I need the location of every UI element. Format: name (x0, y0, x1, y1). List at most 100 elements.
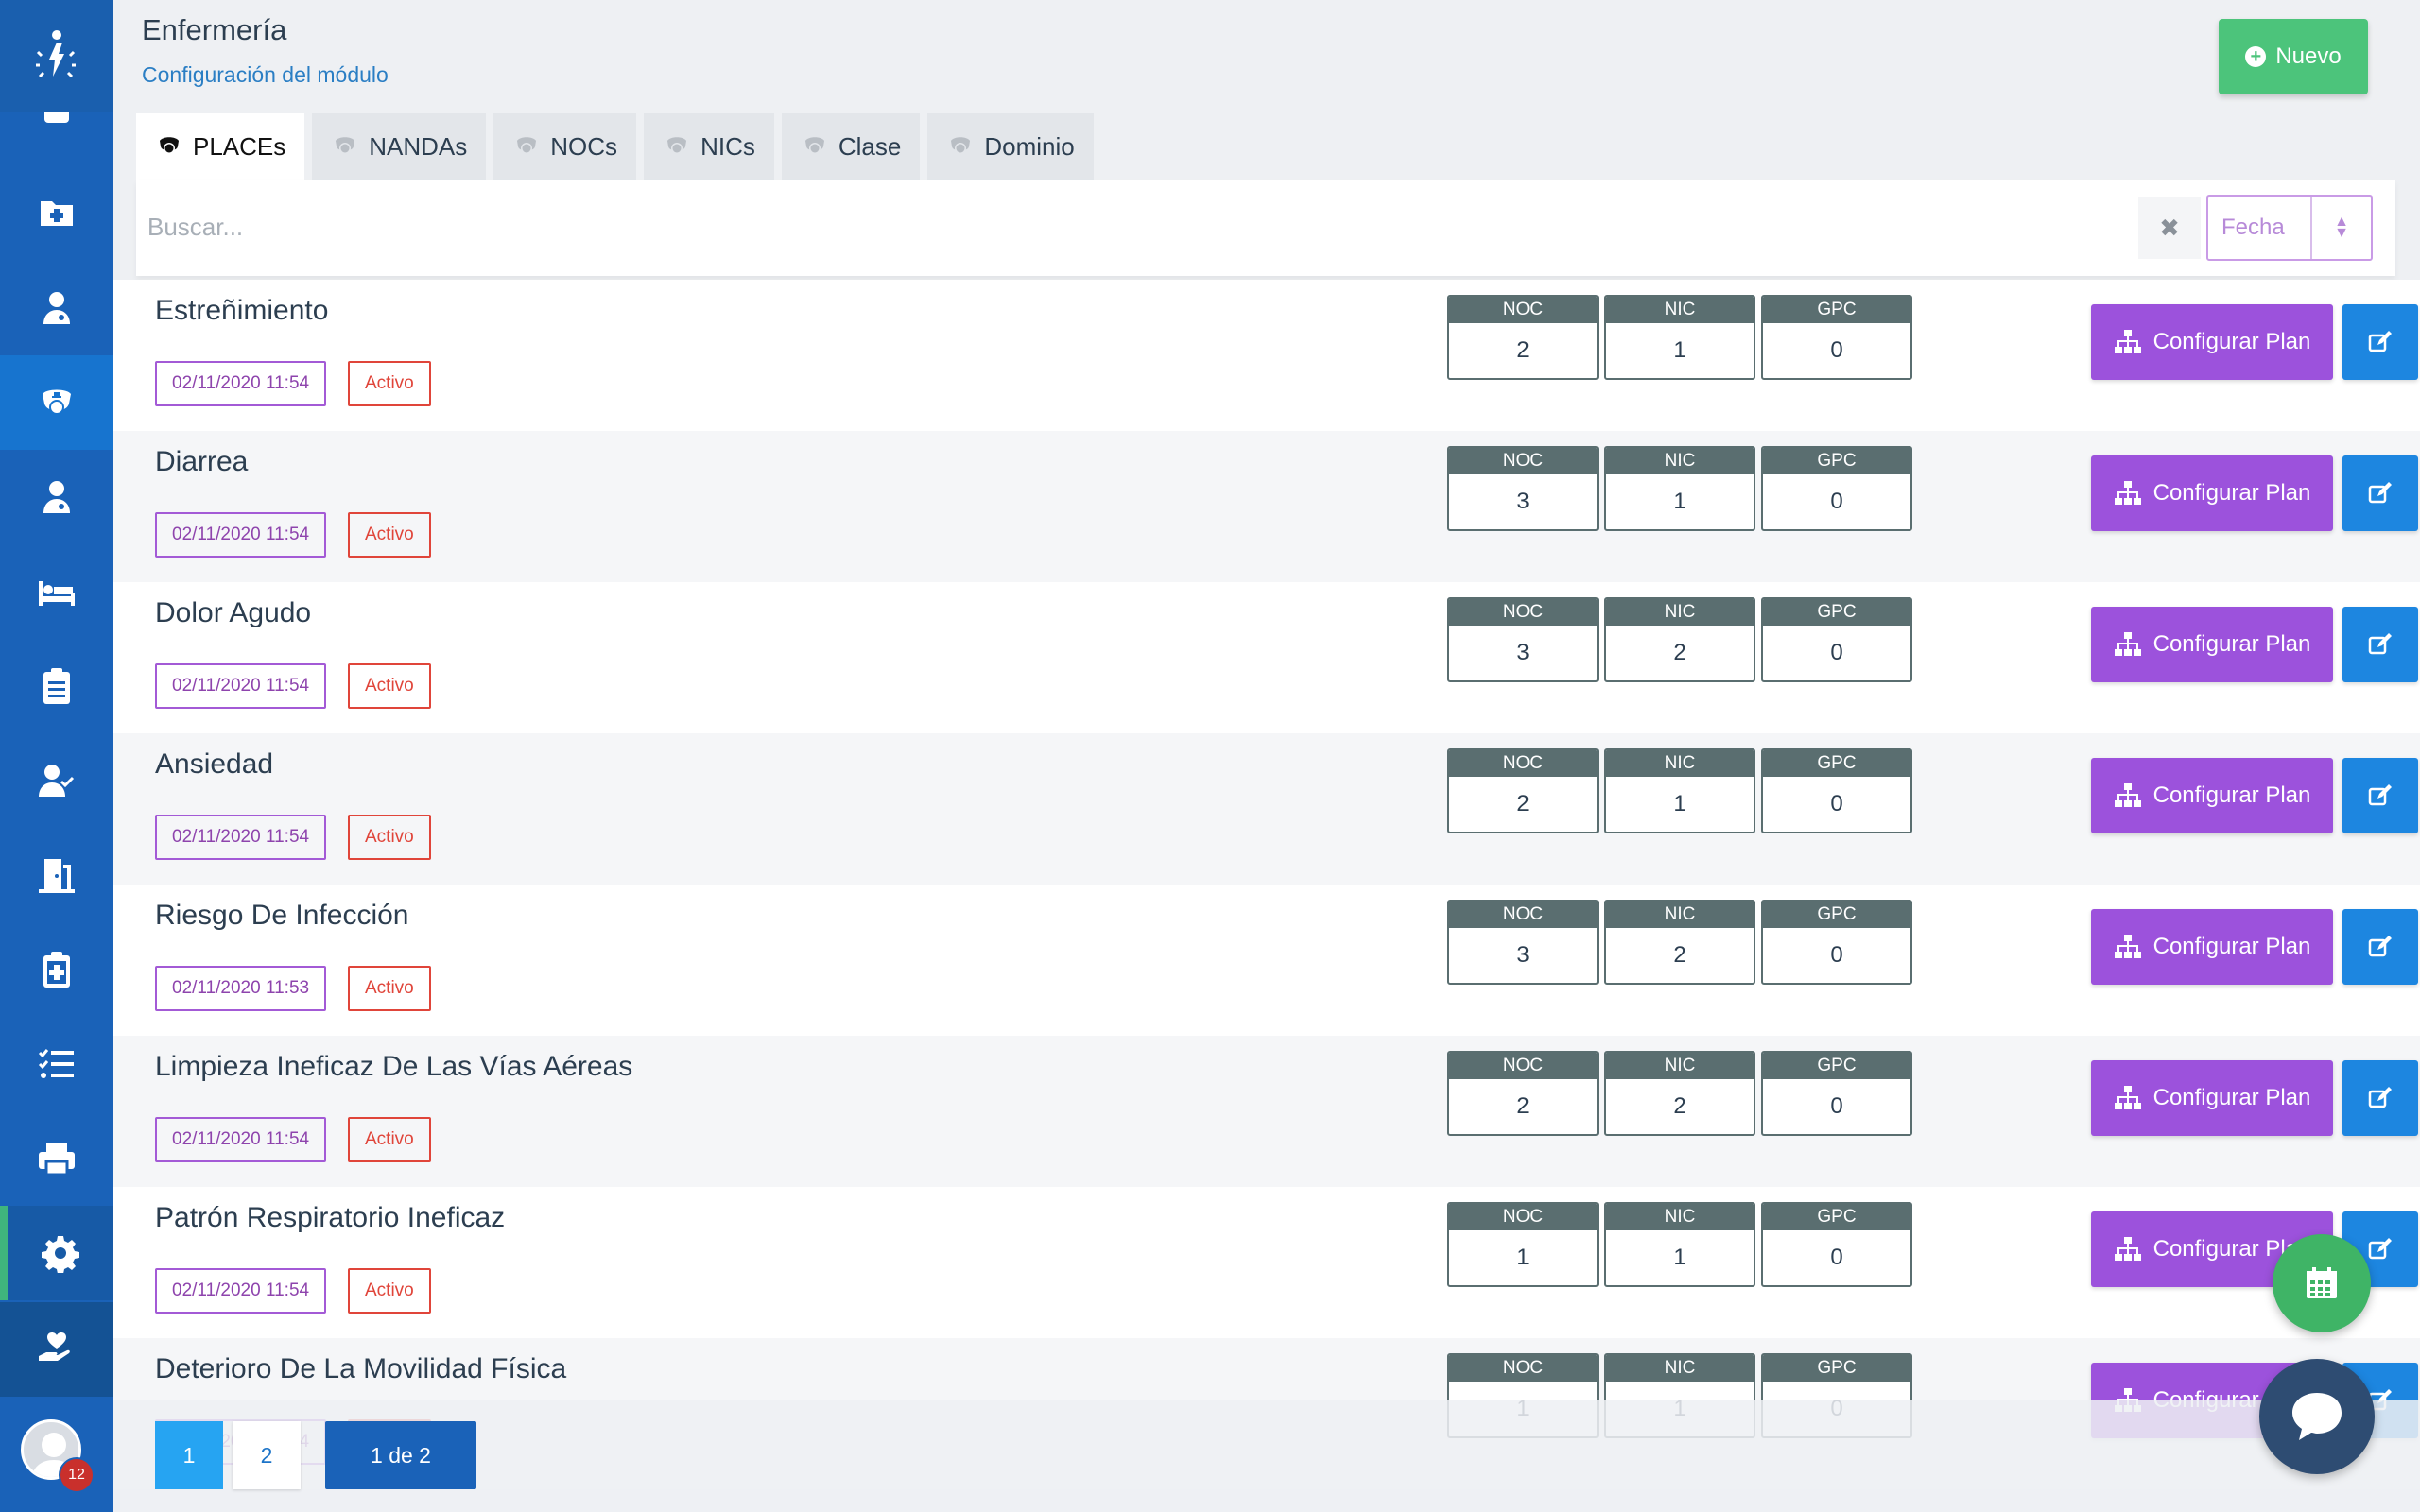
nic-label: NIC (1606, 1053, 1754, 1079)
configure-plan-button[interactable]: Configurar Plan (2091, 1060, 2333, 1136)
edit-icon (2368, 633, 2392, 655)
list-item: Dolor Agudo 02/11/2020 11:54 Activo NOC 3 NIC… (113, 582, 2420, 733)
calendar-fab[interactable] (2273, 1234, 2371, 1332)
list-item: Riesgo De Infección 02/11/2020 11:53 Activ… (113, 885, 2420, 1036)
tab-clase[interactable]: Clase (781, 113, 921, 180)
page-1-button[interactable]: 1 (155, 1421, 223, 1489)
item-name: Diarrea (155, 446, 249, 477)
item-name: Deterioro De La Movilidad Física (155, 1353, 567, 1384)
nic-label: NIC (1606, 750, 1754, 777)
plus-circle-icon: + (2245, 46, 2267, 67)
page-2-button[interactable]: 2 (233, 1421, 301, 1489)
gpc-label: GPC (1763, 1204, 1910, 1230)
nic-value: 1 (1673, 1245, 1686, 1270)
noc-count-box: NOC 3 (1447, 597, 1599, 682)
gpc-count-box: GPC 0 (1761, 295, 1912, 380)
configure-plan-button[interactable]: Configurar Plan (2091, 758, 2333, 833)
edit-button[interactable] (2342, 758, 2418, 833)
nic-count-box: NIC 1 (1604, 748, 1755, 833)
user-check-icon (39, 765, 75, 797)
sidebar-item-beds[interactable] (0, 544, 113, 639)
module-config-link[interactable]: Configuración del módulo (142, 62, 389, 88)
sidebar-item-attendance[interactable] (0, 733, 113, 828)
sidebar-item-discharge[interactable] (0, 828, 113, 922)
nic-count-box: NIC 1 (1604, 446, 1755, 531)
configure-plan-button[interactable]: Configurar Plan (2091, 304, 2333, 380)
sidebar-item-print[interactable] (0, 1111, 113, 1206)
gpc-value: 0 (1830, 1093, 1843, 1119)
tab-label: Dominio (984, 131, 1075, 161)
configure-plan-button[interactable]: Configurar Plan (2091, 455, 2333, 531)
sidebar-item-reports[interactable] (0, 639, 113, 733)
gpc-value: 0 (1830, 1245, 1843, 1270)
configure-plan-button[interactable]: Configurar Plan (2091, 607, 2333, 682)
item-name: Estreñimiento (155, 295, 329, 326)
noc-value: 2 (1516, 791, 1530, 816)
app-logo[interactable] (0, 0, 113, 112)
tab-nandas[interactable]: NANDAs (312, 113, 487, 180)
edit-button[interactable] (2342, 607, 2418, 682)
noc-count-box: NOC 2 (1447, 748, 1599, 833)
edit-button[interactable] (2342, 1060, 2418, 1136)
tab-nocs[interactable]: NOCs (493, 113, 637, 180)
pagination-bar: 1 2 1 de 2 (113, 1400, 2420, 1512)
page-info[interactable]: 1 de 2 (325, 1421, 476, 1489)
configure-plan-label: Configurar Plan (2152, 631, 2311, 657)
sidebar-item-doctors[interactable] (0, 261, 113, 355)
gpc-label: GPC (1763, 902, 1910, 928)
sidebar-item-patients[interactable] (0, 450, 113, 544)
gpc-label: GPC (1763, 1053, 1910, 1079)
item-name: Limpieza Ineficaz De Las Vías Aéreas (155, 1051, 633, 1082)
sort-arrows-icon: ▲ ▼ (2310, 197, 2371, 259)
tab-nics[interactable]: NICs (644, 113, 774, 180)
status-badge: Activo (348, 966, 431, 1011)
noc-value: 2 (1516, 1093, 1530, 1119)
noc-label: NOC (1449, 902, 1597, 928)
date-sort-select[interactable]: Fecha ▲ ▼ (2206, 195, 2373, 261)
gpc-label: GPC (1763, 1355, 1910, 1382)
sidebar-item-settings[interactable] (0, 1206, 113, 1300)
gpc-value: 0 (1830, 489, 1843, 514)
nic-value: 2 (1673, 1093, 1686, 1119)
new-button[interactable]: + Nuevo (2219, 19, 2368, 94)
sidebar-item-tasks[interactable] (0, 1017, 113, 1111)
inbox-icon (44, 112, 69, 123)
gpc-value: 0 (1830, 640, 1843, 665)
sidebar-item-inbox[interactable] (0, 112, 113, 138)
sidebar-item-medical-orders[interactable] (0, 922, 113, 1017)
gpc-label: GPC (1763, 297, 1910, 323)
nurse-cap-icon (336, 137, 355, 154)
clear-search-button[interactable]: ✖ (2138, 197, 2201, 259)
edit-button[interactable] (2342, 304, 2418, 380)
noc-label: NOC (1449, 1204, 1597, 1230)
edit-icon (2368, 1238, 2392, 1260)
medical-clipboard-icon (43, 952, 70, 988)
search-input[interactable] (147, 200, 2038, 253)
user-doctor-icon (43, 481, 70, 513)
status-badge: Activo (348, 361, 431, 406)
sitemap-icon (2114, 481, 2141, 505)
nurse-cap-icon (517, 137, 537, 154)
list-item: Patrón Respiratorio Ineficaz 02/11/2020 1… (113, 1187, 2420, 1338)
nic-value: 1 (1673, 791, 1686, 816)
tab-label: NANDAs (369, 131, 468, 161)
noc-value: 2 (1516, 337, 1530, 363)
gpc-count-box: GPC 0 (1761, 1202, 1912, 1287)
chat-fab[interactable] (2259, 1359, 2375, 1474)
notification-badge[interactable]: 12 (59, 1457, 95, 1493)
gpc-count-box: GPC 0 (1761, 900, 1912, 985)
edit-button[interactable] (2342, 909, 2418, 985)
clipboard-icon (43, 668, 70, 704)
sidebar-item-nursing[interactable] (0, 355, 113, 450)
sidebar-item-records[interactable] (0, 164, 113, 259)
gpc-count-box: GPC 0 (1761, 1051, 1912, 1136)
tab-dominio[interactable]: Dominio (927, 113, 1094, 180)
gpc-label: GPC (1763, 448, 1910, 474)
nic-count-box: NIC 2 (1604, 900, 1755, 985)
sitemap-icon (2114, 783, 2141, 807)
nic-label: NIC (1606, 1355, 1754, 1382)
sidebar-item-care[interactable] (0, 1302, 113, 1397)
configure-plan-button[interactable]: Configurar Plan (2091, 909, 2333, 985)
tab-places[interactable]: PLACEs (136, 113, 305, 180)
edit-button[interactable] (2342, 455, 2418, 531)
